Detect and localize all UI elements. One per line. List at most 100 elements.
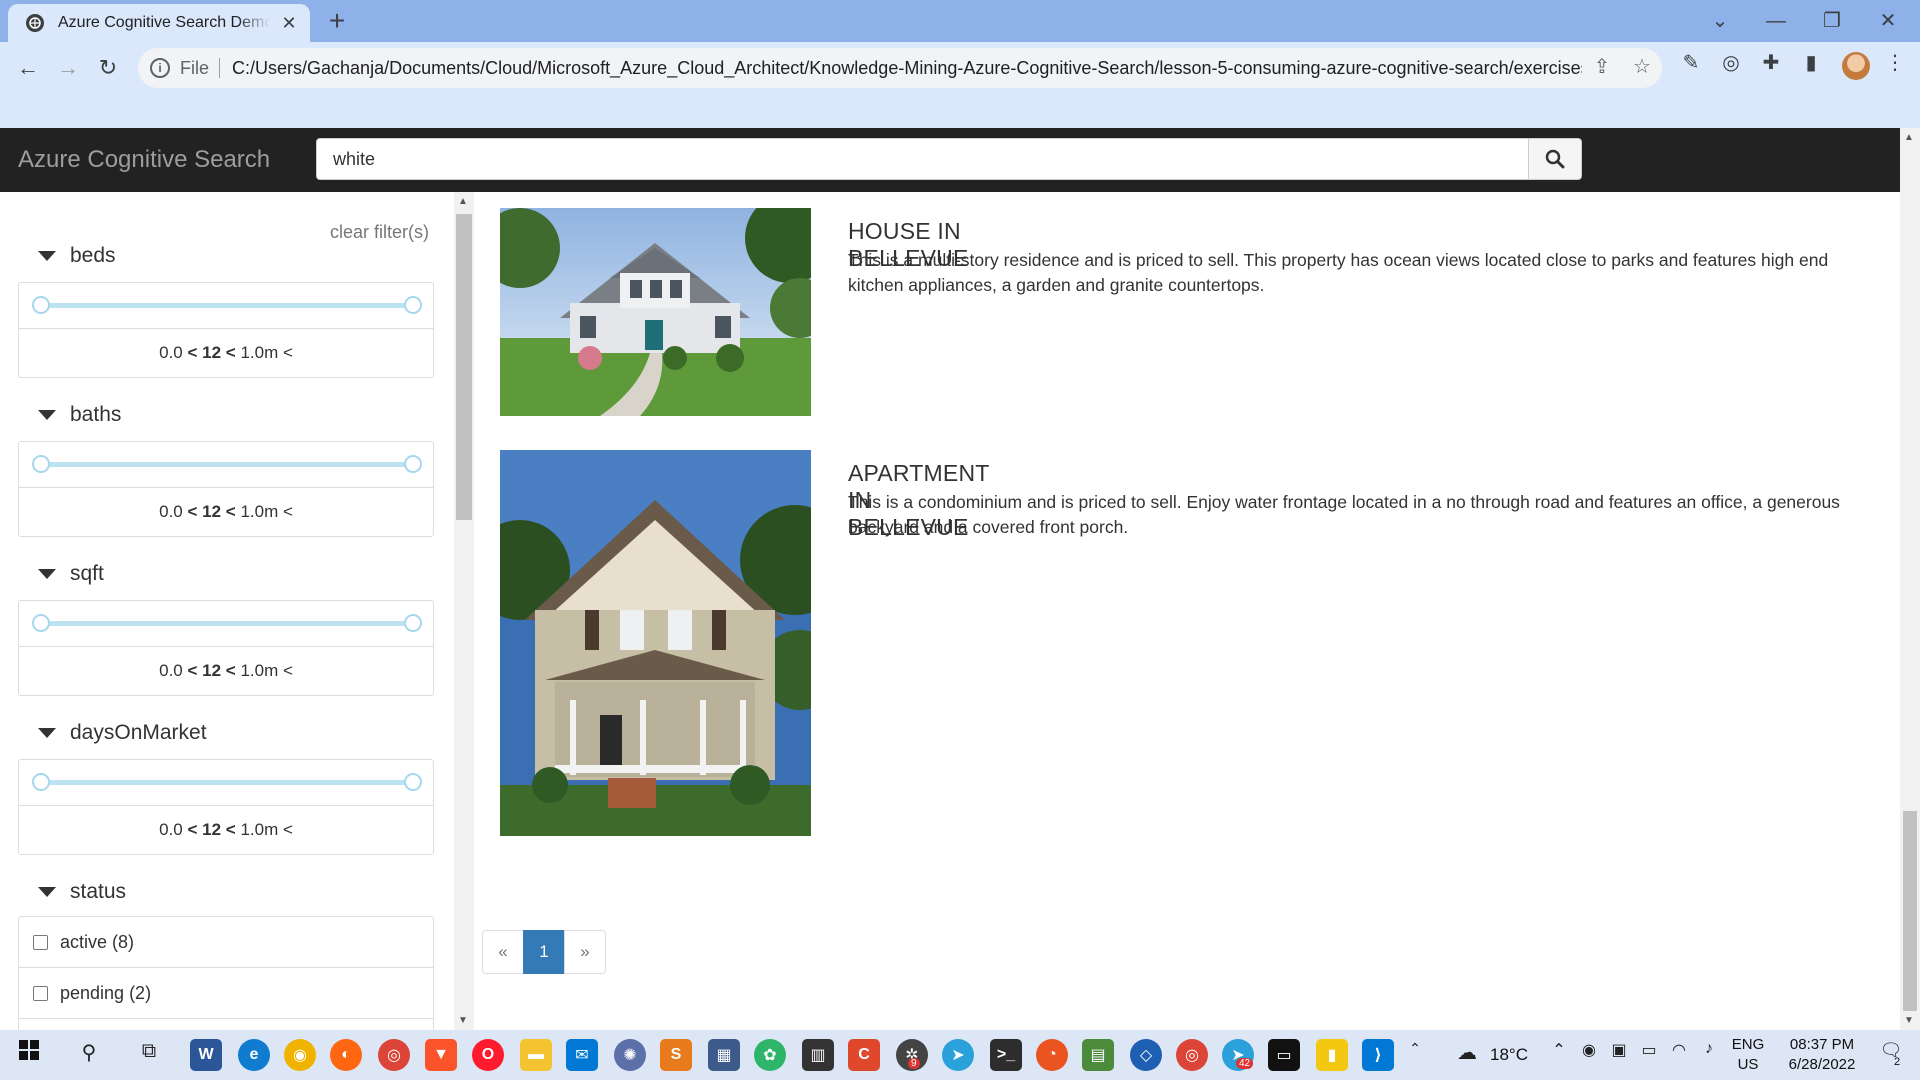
facet-title-sqft[interactable]: sqft bbox=[38, 562, 104, 586]
reload-icon[interactable]: ↻ bbox=[90, 50, 126, 86]
new-tab-button[interactable]: + bbox=[322, 6, 352, 36]
telegram-icon[interactable]: ➤ bbox=[942, 1039, 974, 1071]
weather-temp[interactable]: 18°C bbox=[1490, 1045, 1528, 1065]
app-icon[interactable]: ◉ bbox=[284, 1039, 316, 1071]
menu-kebab-icon[interactable]: ⋮ bbox=[1880, 48, 1910, 78]
back-icon[interactable]: ← bbox=[10, 50, 46, 86]
scrollbar-thumb[interactable] bbox=[456, 214, 472, 520]
vscode-icon[interactable]: ⟩ bbox=[1362, 1039, 1394, 1071]
checkbox[interactable] bbox=[33, 934, 48, 950]
clear-filters-link[interactable]: clear filter(s) bbox=[330, 222, 429, 243]
wifi-icon[interactable]: ◠ bbox=[1664, 1040, 1694, 1060]
mail-icon[interactable]: ✉ bbox=[566, 1039, 598, 1071]
address-bar[interactable]: i File C:/Users/Gachanja/Documents/Cloud… bbox=[138, 48, 1662, 88]
opera-icon[interactable]: O bbox=[472, 1039, 504, 1071]
cmd-icon[interactable]: ▭ bbox=[1268, 1039, 1300, 1071]
slider-min-handle[interactable] bbox=[32, 455, 50, 473]
battery-icon[interactable]: ▭ bbox=[1634, 1040, 1664, 1060]
app-icon[interactable]: C bbox=[848, 1039, 880, 1071]
minimize-window-icon[interactable]: — bbox=[1756, 4, 1796, 38]
terminal-icon[interactable]: >_ bbox=[990, 1039, 1022, 1071]
edge-icon[interactable]: e bbox=[238, 1039, 270, 1071]
clock-time[interactable]: 08:37 PM bbox=[1772, 1036, 1872, 1053]
power-bi-icon[interactable]: ▮ bbox=[1316, 1039, 1348, 1071]
search-input[interactable] bbox=[316, 138, 1530, 180]
browser-tab[interactable]: Azure Cognitive Search Demo App ✕ bbox=[8, 4, 310, 42]
tray-meet-icon[interactable]: ▣ bbox=[1604, 1040, 1634, 1060]
house-thumbnail[interactable] bbox=[500, 208, 811, 416]
slider-track[interactable] bbox=[41, 780, 413, 785]
slider-min-handle[interactable] bbox=[32, 773, 50, 791]
sublime-text-icon[interactable]: S bbox=[660, 1039, 692, 1071]
slider-max-handle[interactable] bbox=[404, 614, 422, 632]
app-brand[interactable]: Azure Cognitive Search bbox=[18, 146, 270, 174]
url-text[interactable]: C:/Users/Gachanja/Documents/Cloud/Micros… bbox=[232, 58, 1582, 79]
language-indicator[interactable]: ENG bbox=[1728, 1036, 1768, 1053]
facet-title-baths[interactable]: baths bbox=[38, 403, 121, 427]
page-1-button[interactable]: 1 bbox=[523, 930, 565, 974]
tray-record-icon[interactable]: ◉ bbox=[1574, 1040, 1604, 1060]
slider-track[interactable] bbox=[41, 303, 413, 308]
slider-max-handle[interactable] bbox=[404, 773, 422, 791]
forward-icon[interactable]: → bbox=[50, 50, 86, 86]
remote-icon[interactable]: ◇ bbox=[1130, 1039, 1162, 1071]
weather-cloud-icon[interactable]: ☁ bbox=[1452, 1040, 1482, 1065]
slider-track[interactable] bbox=[41, 462, 413, 467]
volume-icon[interactable]: ♪ bbox=[1694, 1040, 1724, 1058]
status-option-active[interactable]: active (8) bbox=[19, 917, 433, 968]
page-scrollbar[interactable]: ▲ ▼ bbox=[1900, 128, 1920, 1030]
app-icon[interactable]: ▤ bbox=[1082, 1039, 1114, 1071]
close-window-icon[interactable]: ✕ bbox=[1868, 4, 1908, 38]
range-slider[interactable] bbox=[19, 601, 433, 647]
bookmark-star-icon[interactable]: ☆ bbox=[1628, 54, 1656, 79]
taskbar-search-icon[interactable]: ⚲ bbox=[74, 1040, 104, 1065]
puzzle-extensions-icon[interactable]: ✚ bbox=[1756, 48, 1786, 78]
slider-track[interactable] bbox=[41, 621, 413, 626]
status-option-pending[interactable]: pending (2) bbox=[19, 968, 433, 1019]
share-icon[interactable]: ⇪ bbox=[1588, 54, 1616, 79]
scroll-up-icon[interactable]: ▲ bbox=[1904, 132, 1914, 143]
range-slider[interactable] bbox=[19, 283, 433, 329]
app-icon[interactable]: ✿ bbox=[754, 1039, 786, 1071]
facet-title-days-on-market[interactable]: daysOnMarket bbox=[38, 721, 207, 745]
site-info-icon[interactable]: i bbox=[150, 58, 170, 78]
ubuntu-icon[interactable]: ◔ bbox=[1036, 1039, 1068, 1071]
next-page-button[interactable]: » bbox=[564, 930, 606, 974]
word-icon[interactable]: W bbox=[190, 1039, 222, 1071]
search-button[interactable] bbox=[1528, 138, 1582, 180]
range-slider[interactable] bbox=[19, 760, 433, 806]
app-icon[interactable]: ✺ bbox=[614, 1039, 646, 1071]
firefox-icon[interactable]: ◐ bbox=[330, 1039, 362, 1071]
side-panel-icon[interactable]: ▮ bbox=[1796, 48, 1826, 78]
apartment-thumbnail[interactable] bbox=[500, 450, 811, 836]
tab-search-icon[interactable]: ⌄ bbox=[1700, 4, 1740, 38]
facet-title-status[interactable]: status bbox=[38, 880, 126, 904]
checkbox[interactable] bbox=[33, 985, 48, 1001]
clock-date[interactable]: 6/28/2022 bbox=[1772, 1056, 1872, 1073]
keyboard-layout[interactable]: US bbox=[1728, 1056, 1768, 1073]
restore-window-icon[interactable]: ❐ bbox=[1812, 4, 1852, 38]
extension-circle-icon[interactable]: ◎ bbox=[1716, 48, 1746, 78]
calculator-icon[interactable]: ▦ bbox=[708, 1039, 740, 1071]
file-explorer-icon[interactable]: ▬ bbox=[520, 1039, 552, 1071]
brave-icon[interactable]: ▼ bbox=[425, 1039, 457, 1071]
slider-max-handle[interactable] bbox=[404, 296, 422, 314]
slider-max-handle[interactable] bbox=[404, 455, 422, 473]
scroll-up-icon[interactable]: ▲ bbox=[458, 196, 468, 207]
previous-page-button[interactable]: « bbox=[482, 930, 524, 974]
windows-start-icon[interactable] bbox=[14, 1040, 44, 1066]
eyedropper-extension-icon[interactable]: ✎ bbox=[1676, 48, 1706, 78]
tray-chevron-icon[interactable]: ⌃ bbox=[1544, 1040, 1574, 1060]
notifications-icon[interactable]: 🗨 bbox=[1876, 1040, 1906, 1061]
scrollbar-thumb[interactable] bbox=[1903, 811, 1917, 1011]
profile-avatar[interactable] bbox=[1842, 52, 1870, 80]
range-slider[interactable] bbox=[19, 442, 433, 488]
scroll-down-icon[interactable]: ▼ bbox=[1904, 1015, 1914, 1026]
sidebar-scrollbar[interactable]: ▲ ▼ bbox=[454, 192, 474, 1030]
facet-title-beds[interactable]: beds bbox=[38, 244, 116, 268]
tray-overflow-icon[interactable]: ⌃ bbox=[1400, 1040, 1430, 1057]
task-view-icon[interactable]: ⧉ bbox=[134, 1040, 164, 1063]
status-option-partial[interactable] bbox=[19, 1019, 433, 1030]
slider-min-handle[interactable] bbox=[32, 296, 50, 314]
chrome-active-icon[interactable]: ◎ bbox=[1176, 1039, 1208, 1071]
